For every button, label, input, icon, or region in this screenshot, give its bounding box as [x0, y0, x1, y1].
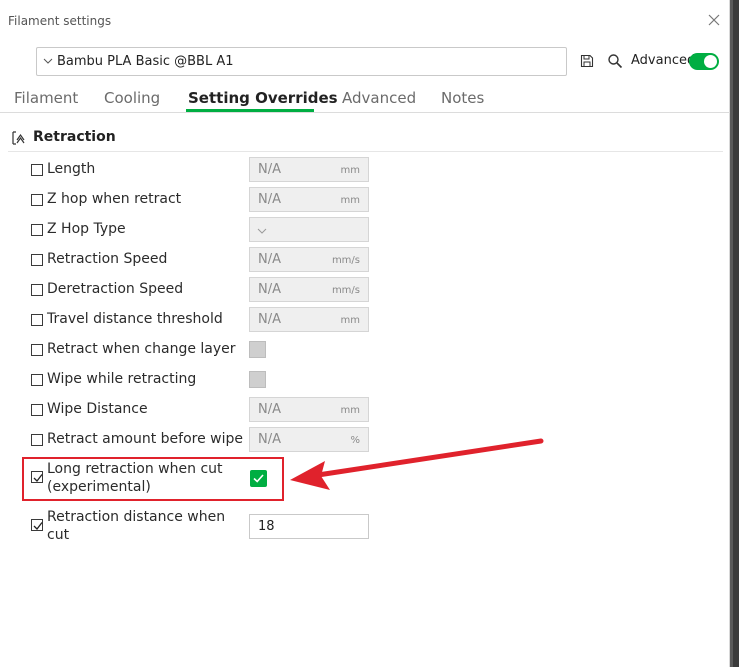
filament-settings-dialog: Filament settings Bambu PLA Basic @BBL A… — [0, 0, 730, 667]
background-edge — [730, 0, 739, 667]
annotation-arrow — [290, 438, 544, 490]
